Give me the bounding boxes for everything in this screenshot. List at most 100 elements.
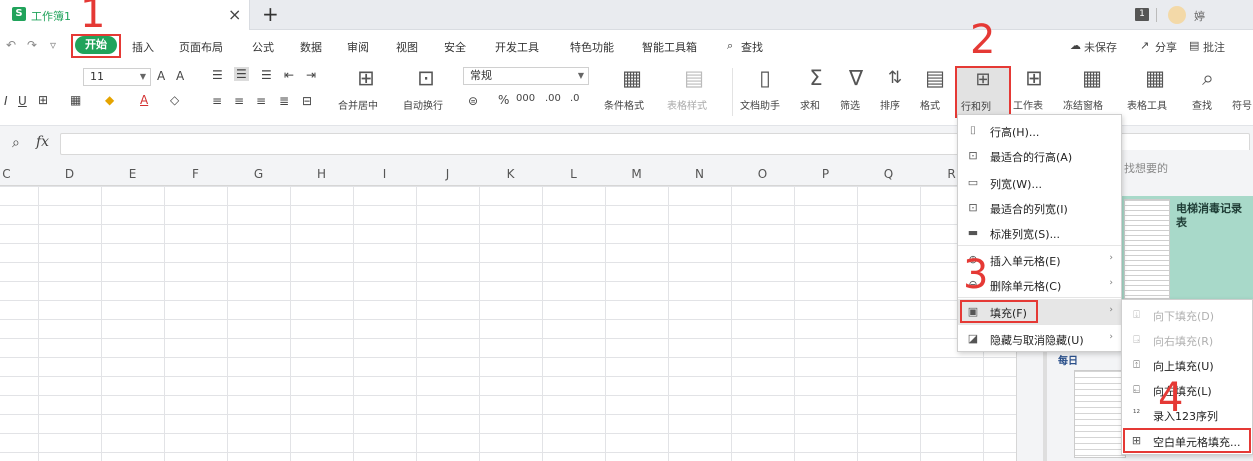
cell-grid[interactable] [0, 186, 1016, 461]
percent-icon[interactable]: % [498, 93, 509, 107]
column-header[interactable]: E [101, 167, 164, 181]
column-header[interactable]: J [416, 167, 479, 181]
fill-color-icon[interactable]: ◆ [105, 93, 114, 107]
column-header[interactable]: H [290, 167, 353, 181]
submenu-item-fill-down[interactable]: ⍗ 向下填充(D) [1122, 302, 1252, 327]
submenu-item-fill-right[interactable]: ⍈ 向右填充(R) [1122, 327, 1252, 352]
column-header[interactable]: I [353, 167, 416, 181]
thousands-icon[interactable]: 000 [516, 93, 535, 104]
menu-search[interactable]: 查找 [741, 39, 763, 55]
menu-item-column-width[interactable]: ▭ 列宽(W)... [958, 170, 1121, 195]
table-style-button[interactable]: 表格样式 [667, 97, 707, 112]
menu-data[interactable]: 数据 [300, 39, 322, 55]
column-header[interactable]: P [794, 167, 857, 181]
font-size-select[interactable]: 11 ▼ [83, 68, 151, 86]
italic-icon[interactable]: I [4, 94, 8, 108]
clear-format-icon[interactable]: ◇ [170, 93, 179, 107]
freeze-panes-button[interactable]: 冻结窗格 [1063, 97, 1103, 112]
column-header[interactable]: G [227, 167, 290, 181]
justify-icon[interactable]: ≣ [279, 94, 289, 108]
submenu-item-blank-fill[interactable]: ⊞ 空白单元格填充... [1122, 428, 1252, 453]
fx-label[interactable]: fx [36, 134, 49, 150]
submenu-item-fill-left[interactable]: ⍇ 向左填充(L) [1122, 377, 1252, 402]
close-tab-icon[interactable]: × [228, 5, 241, 24]
menu-review[interactable]: 审阅 [347, 39, 369, 55]
column-header[interactable]: O [731, 167, 794, 181]
symbol-button[interactable]: 符号 [1232, 97, 1252, 112]
indent-increase-icon[interactable]: ⇥ [306, 68, 316, 82]
cell-style-icon[interactable]: ▦ [70, 93, 81, 107]
menu-item-row-height[interactable]: ⌷ 行高(H)... [958, 118, 1121, 143]
share-button[interactable]: 分享 [1155, 39, 1177, 55]
menu-page-layout[interactable]: 页面布局 [179, 39, 223, 55]
border-icon[interactable]: ⊞ [38, 93, 48, 107]
avatar[interactable] [1168, 6, 1186, 24]
new-tab-icon[interactable]: + [262, 2, 279, 26]
submenu-item-label: 向右填充(R) [1153, 335, 1214, 348]
menu-developer[interactable]: 开发工具 [495, 39, 539, 55]
number-format-select[interactable]: 常规 ▼ [463, 67, 589, 85]
indent-decrease-icon[interactable]: ⇤ [284, 68, 294, 82]
redo-icon[interactable]: ↷ [27, 38, 37, 52]
menu-insert[interactable]: 插入 [132, 39, 154, 55]
doc-assistant-button[interactable]: 文档助手 [740, 97, 780, 112]
align-center-icon[interactable]: ≡ [234, 94, 244, 108]
window-count-badge[interactable]: 1 [1135, 8, 1149, 21]
unsaved-status[interactable]: 未保存 [1084, 39, 1117, 55]
menu-item-hide-unhide[interactable]: ◪ 隐藏与取消隐藏(U) › [958, 326, 1121, 351]
sum-button[interactable]: 求和 [800, 97, 820, 112]
customize-quick-access-icon[interactable]: ▿ [50, 38, 56, 52]
menu-smart-toolbox[interactable]: 智能工具箱 [642, 39, 697, 55]
user-name[interactable]: 婷 [1194, 8, 1205, 24]
column-header[interactable]: D [38, 167, 101, 181]
currency-icon[interactable]: ⊜ [468, 94, 478, 108]
document-tab[interactable]: S 工作簿1 × [0, 0, 250, 30]
underline-icon[interactable]: U [18, 94, 27, 108]
decrease-decimal-icon[interactable]: .0 [570, 93, 580, 104]
annotation-highlight-box [1123, 428, 1251, 453]
format-button[interactable]: 格式 [920, 97, 940, 112]
conditional-format-button[interactable]: 条件格式 [604, 97, 644, 112]
table-tools-button[interactable]: 表格工具 [1127, 97, 1167, 112]
menu-item-label: 列宽(W)... [990, 178, 1042, 191]
menu-item-standard-width[interactable]: ▬ 标准列宽(S)... [958, 220, 1121, 245]
menu-special-features[interactable]: 特色功能 [570, 39, 614, 55]
column-header[interactable]: L [542, 167, 605, 181]
comment-button[interactable]: 批注 [1203, 39, 1225, 55]
column-header[interactable]: M [605, 167, 668, 181]
align-right-icon[interactable]: ≡ [256, 94, 266, 108]
font-color-icon[interactable]: A [140, 93, 148, 107]
row-col-button[interactable]: ⊞ 行和列 [955, 66, 1011, 118]
template-thumbnail[interactable] [1074, 370, 1126, 458]
increase-decimal-icon[interactable]: .00 [545, 93, 561, 104]
zoom-icon[interactable]: ⌕ [12, 135, 20, 151]
auto-wrap-button[interactable]: 自动换行 [403, 97, 443, 112]
submenu-item-series[interactable]: ¹² 录入123序列 [1122, 402, 1252, 427]
find-button[interactable]: 查找 [1192, 97, 1212, 112]
decrease-font-icon[interactable]: A [176, 69, 184, 83]
merge-center-button[interactable]: 合并居中 [338, 97, 378, 112]
column-header[interactable]: N [668, 167, 731, 181]
align-top-icon[interactable]: ☰ [212, 68, 223, 82]
menu-item-auto-row-height[interactable]: ⊡ 最适合的行高(A) [958, 143, 1121, 168]
menu-view[interactable]: 视图 [396, 39, 418, 55]
menu-item-auto-column-width[interactable]: ⊡ 最适合的列宽(I) [958, 195, 1121, 220]
distributed-icon[interactable]: ⊟ [302, 94, 312, 108]
increase-font-icon[interactable]: A [157, 69, 165, 83]
worksheet-button[interactable]: 工作表 [1013, 97, 1043, 112]
column-header[interactable]: K [479, 167, 542, 181]
submenu-item-fill-up[interactable]: ⍐ 向上填充(U) [1122, 352, 1252, 377]
sort-button[interactable]: 排序 [880, 97, 900, 112]
column-header[interactable]: F [164, 167, 227, 181]
column-header[interactable]: Q [857, 167, 920, 181]
search-icon[interactable]: ⌕ [727, 39, 733, 53]
menu-security[interactable]: 安全 [444, 39, 466, 55]
align-middle-icon[interactable]: ☰ [234, 67, 249, 81]
filter-button[interactable]: 筛选 [840, 97, 860, 112]
align-left-icon[interactable]: ≡ [212, 94, 222, 108]
align-bottom-icon[interactable]: ☰ [261, 68, 272, 82]
menu-formulas[interactable]: 公式 [252, 39, 274, 55]
menu-item-fill[interactable]: ▣ 填充(F) › [958, 299, 1121, 324]
column-header[interactable]: C [0, 167, 38, 181]
undo-icon[interactable]: ↶ [6, 38, 16, 52]
